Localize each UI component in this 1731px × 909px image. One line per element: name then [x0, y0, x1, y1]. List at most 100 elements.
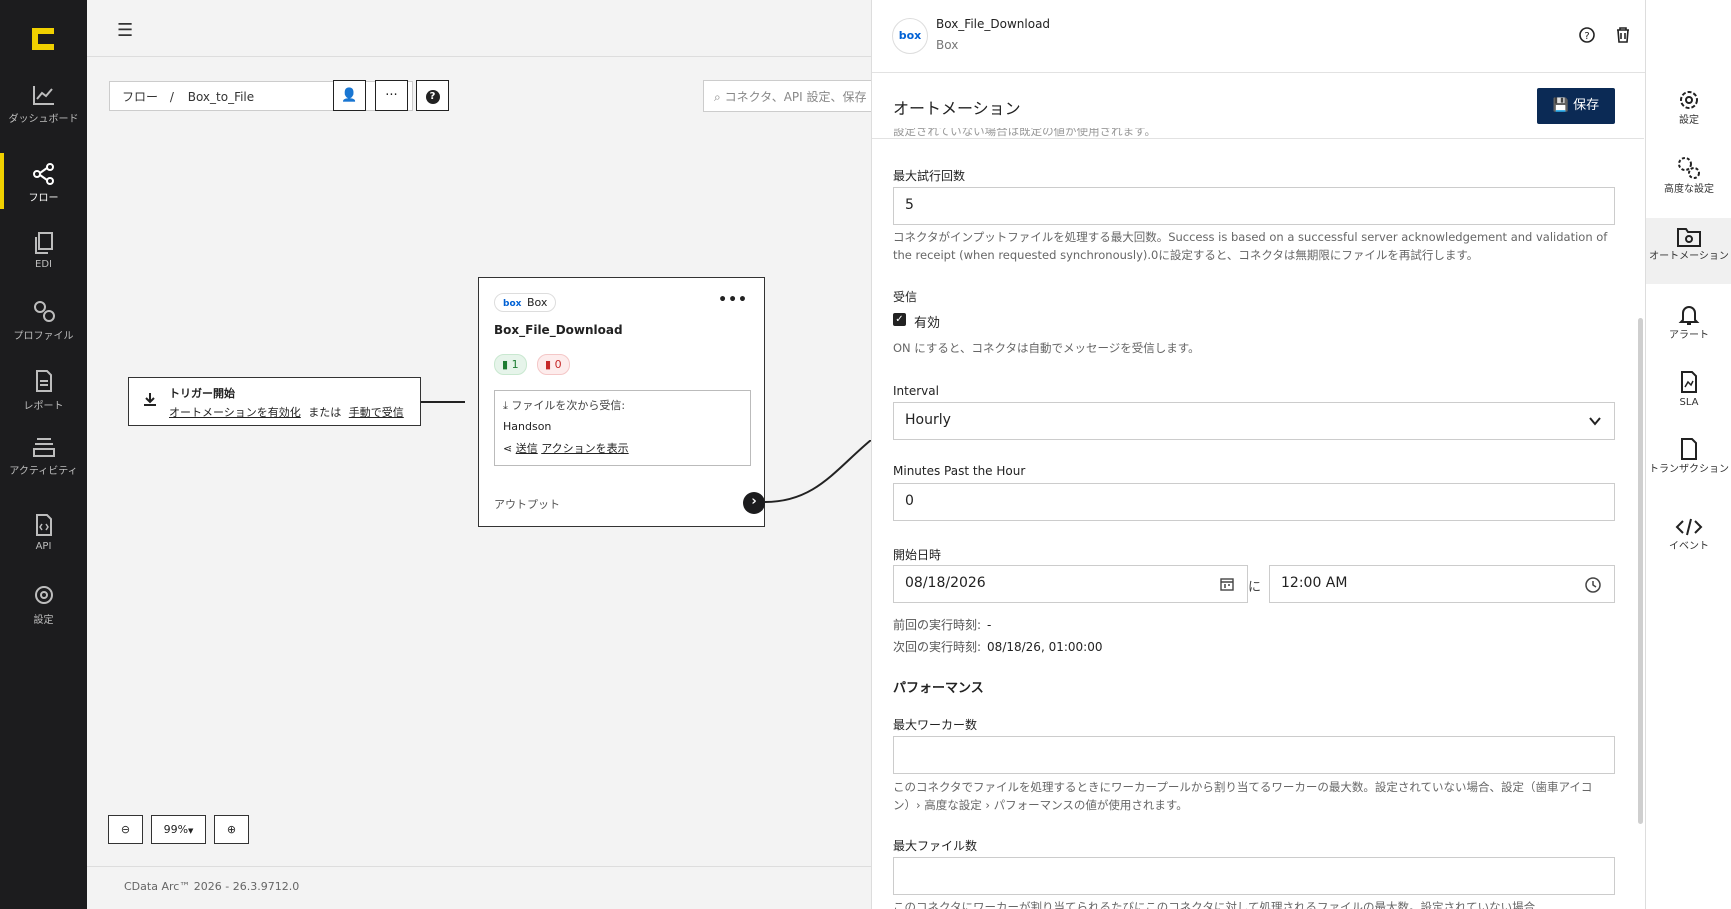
panel-subtitle: Box	[936, 38, 959, 52]
nav-api[interactable]: API	[0, 513, 87, 552]
node-menu-icon[interactable]: •••	[718, 292, 748, 308]
bell-icon	[1678, 306, 1700, 325]
nav-settings-label: 設定	[33, 615, 54, 626]
clock-icon[interactable]	[1584, 576, 1602, 594]
nav-activity[interactable]: アクティビティ	[0, 436, 87, 477]
interval-label: Interval	[893, 384, 939, 398]
trigger-or-text: または	[308, 406, 342, 419]
user-icon: 👤	[341, 88, 358, 103]
trash-icon[interactable]	[1613, 26, 1633, 46]
start-time-input[interactable]: 12:00 AM	[1269, 565, 1615, 603]
start-date-value: 08/18/2026	[905, 575, 986, 591]
tab-automation[interactable]: オートメーション	[1646, 218, 1731, 284]
zoom-level-select[interactable]: 99%▼	[151, 815, 206, 844]
receive-enabled-label[interactable]: 有効	[914, 312, 940, 331]
panel-header: box Box_File_Download Box ?	[872, 0, 1703, 73]
interval-select[interactable]: Hourly	[893, 402, 1615, 440]
tab-settings[interactable]: 設定	[1646, 88, 1731, 134]
canvas-header: ☰	[87, 0, 871, 57]
tab-sla[interactable]: SLA	[1646, 370, 1731, 414]
nav-api-label: API	[35, 541, 52, 552]
nav-dashboard[interactable]: ダッシュボード	[0, 84, 87, 125]
activity-icon	[32, 438, 55, 457]
trigger-title: トリガー開始	[169, 387, 235, 400]
nav-settings[interactable]: 設定	[0, 583, 87, 626]
save-button[interactable]: 💾 保存	[1537, 88, 1615, 124]
gear-icon	[1680, 91, 1698, 109]
code-icon	[1675, 518, 1703, 536]
start-date-input[interactable]: 08/18/2026	[893, 565, 1248, 603]
max-files-input[interactable]	[893, 857, 1615, 895]
node-name: Box_File_Download	[494, 323, 623, 337]
receive-source: Handson	[503, 420, 552, 433]
tab-advanced-settings[interactable]: 高度な設定	[1646, 155, 1731, 203]
flow-canvas[interactable]: ☰ フロー / Box_to_File ▼ 👤 ··· ? ⌕ コネクタ、API…	[87, 0, 871, 909]
max-files-label: 最大ファイル数	[893, 839, 978, 853]
receive-label: 受信	[893, 290, 918, 304]
user-button[interactable]: 👤	[333, 80, 366, 111]
nav-flow[interactable]: フロー	[0, 153, 87, 209]
connector-line	[421, 401, 465, 403]
show-actions-link[interactable]: アクションを表示	[541, 442, 628, 455]
cdata-logo[interactable]	[28, 24, 58, 54]
nav-dashboard-label: ダッシュボード	[8, 114, 79, 125]
tab-alerts[interactable]: アラート	[1646, 303, 1731, 347]
zoom-in-button[interactable]: ⊕	[214, 815, 249, 844]
left-sidebar: ダッシュボード フロー EDI プロファイル レポート アクティビティ API …	[0, 0, 87, 909]
nav-report-label: レポート	[23, 401, 64, 412]
tab-transactions[interactable]: トランザクション	[1646, 437, 1731, 493]
sla-icon	[1681, 371, 1697, 393]
minutes-past-hour-input[interactable]: 0	[893, 483, 1615, 521]
panel-scrollbar[interactable]	[1638, 318, 1643, 824]
more-button[interactable]: ···	[375, 80, 408, 111]
max-workers-input[interactable]	[893, 736, 1615, 774]
svg-text:?: ?	[1584, 31, 1589, 42]
output-port-chevron-icon[interactable]: ›	[743, 492, 765, 514]
hamburger-icon[interactable]: ☰	[117, 20, 133, 41]
help-circle-icon[interactable]: ?	[1577, 26, 1597, 46]
gears-icon	[1678, 157, 1700, 179]
trigger-start-node[interactable]: トリガー開始 オートメーションを有効化 または 手動で受信	[128, 377, 421, 426]
profile-gears-icon	[33, 301, 55, 322]
manual-receive-link[interactable]: 手動で受信	[349, 406, 404, 419]
tab-transactions-label: トランザクション	[1649, 464, 1729, 475]
success-badge[interactable]: ▮ 1	[494, 354, 527, 375]
tab-events[interactable]: イベント	[1646, 516, 1731, 560]
minutes-past-hour-label: Minutes Past the Hour	[893, 464, 1026, 478]
max-attempts-input[interactable]: 5	[893, 187, 1615, 225]
search-input[interactable]: ⌕ コネクタ、API 設定、保存	[703, 80, 871, 112]
nav-profile-label: プロファイル	[13, 331, 74, 342]
next-run-label: 次回の実行時刻:	[893, 640, 982, 654]
last-run-value: -	[987, 618, 992, 632]
tab-settings-label: 設定	[1679, 115, 1699, 126]
max-workers-label: 最大ワーカー数	[893, 718, 978, 732]
box-connector-node[interactable]: box Box ••• Box_File_Download ▮ 1 ▮ 0 ⤓ …	[478, 277, 765, 527]
max-workers-help: このコネクタでファイルを処理するときにワーカープールから割り当てるワーカーの最大…	[893, 780, 1593, 812]
help-button[interactable]: ?	[416, 80, 449, 111]
calendar-icon[interactable]	[1219, 576, 1235, 592]
panel-title: Box_File_Download	[936, 17, 1051, 31]
api-icon	[35, 514, 52, 536]
breadcrumb-root[interactable]: フロー	[122, 90, 158, 104]
error-badge[interactable]: ▮ 0	[537, 354, 570, 375]
last-run-label: 前回の実行時刻:	[893, 618, 982, 632]
nav-report[interactable]: レポート	[0, 369, 87, 412]
nav-profile[interactable]: プロファイル	[0, 299, 87, 342]
flow-breadcrumb-select[interactable]: フロー / Box_to_File ▼	[109, 81, 413, 111]
last-run: 前回の実行時刻: -	[893, 616, 991, 633]
breadcrumb-separator: /	[169, 90, 174, 104]
box-logo-icon: box	[892, 18, 928, 54]
send-link[interactable]: 送信	[516, 442, 538, 455]
zoom-out-button[interactable]: ⊖	[108, 815, 143, 844]
provider-chip: box Box	[494, 293, 557, 312]
nav-edi[interactable]: EDI	[0, 231, 87, 270]
search-icon: ⌕	[714, 90, 721, 104]
file-success-icon: ▮	[502, 358, 509, 371]
settings-tabs: 設定 高度な設定 オートメーション アラート SLA トランザクション イベント	[1645, 0, 1731, 909]
file-error-icon: ▮	[545, 358, 552, 371]
enable-automation-link[interactable]: オートメーションを有効化	[169, 406, 301, 419]
start-time-value: 12:00 AM	[1281, 575, 1348, 591]
error-count: 0	[554, 358, 562, 371]
receive-enabled-checkbox[interactable]: ✓	[893, 313, 906, 326]
chart-icon	[32, 86, 54, 105]
